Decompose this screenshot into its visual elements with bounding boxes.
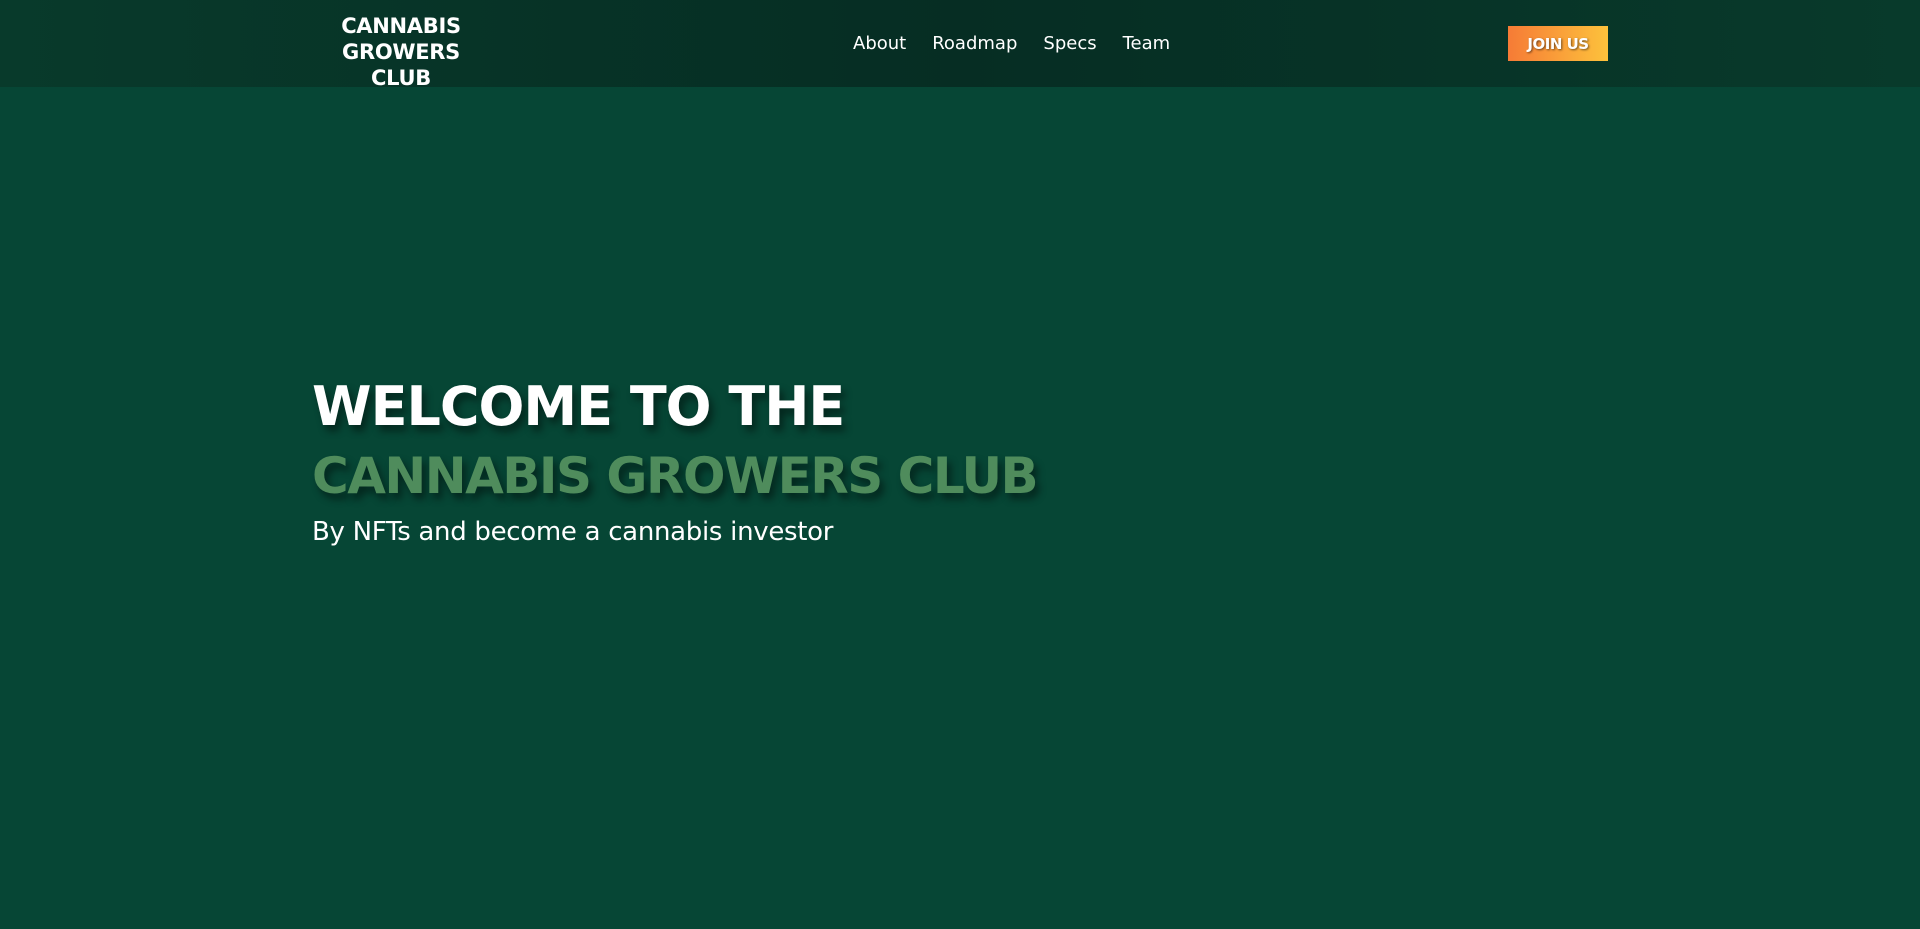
hero-title-line-1: WELCOME TO THE xyxy=(312,375,845,438)
brand-line-1: CANNABIS xyxy=(341,14,461,38)
hero-section: WELCOME TO THE CANNABIS GROWERS CLUB By … xyxy=(312,372,1212,550)
join-us-button[interactable]: JOIN US xyxy=(1508,26,1608,61)
nav-menu: About Roadmap Specs Team xyxy=(853,30,1170,58)
nav-link-specs[interactable]: Specs xyxy=(1043,30,1096,58)
hero-subtitle: By NFTs and become a cannabis investor xyxy=(312,517,834,547)
nav-link-team[interactable]: Team xyxy=(1123,30,1171,58)
brand-line-2: GROWERS CLUB xyxy=(342,40,460,90)
nav-link-roadmap[interactable]: Roadmap xyxy=(932,30,1017,58)
nav-link-about[interactable]: About xyxy=(853,30,906,58)
brand-logo[interactable]: CANNABIS GROWERS CLUB xyxy=(312,13,490,91)
navbar: CANNABIS GROWERS CLUB About Roadmap Spec… xyxy=(0,0,1920,90)
hero-title-line-2: CANNABIS GROWERS CLUB xyxy=(312,447,1039,505)
